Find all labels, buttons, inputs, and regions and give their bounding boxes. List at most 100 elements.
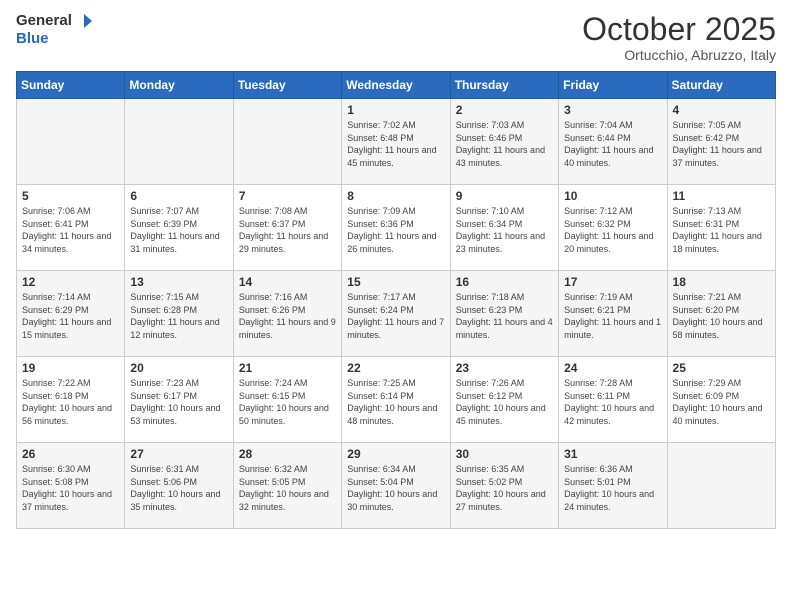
calendar-cell: [125, 99, 233, 185]
logo: General Blue: [16, 12, 92, 48]
day-number: 1: [347, 103, 444, 117]
calendar-cell: 25 Sunrise: 7:29 AMSunset: 6:09 PMDayligh…: [667, 357, 775, 443]
logo-arrow-icon: [74, 12, 92, 30]
day-number: 29: [347, 447, 444, 461]
calendar-week-row: 26 Sunrise: 6:30 AMSunset: 5:08 PMDayligh…: [17, 443, 776, 529]
day-number: 14: [239, 275, 336, 289]
calendar-cell: 29 Sunrise: 6:34 AMSunset: 5:04 PMDayligh…: [342, 443, 450, 529]
day-number: 6: [130, 189, 227, 203]
day-info: Sunrise: 7:09 AMSunset: 6:36 PMDaylight:…: [347, 205, 444, 255]
day-number: 17: [564, 275, 661, 289]
col-sunday: Sunday: [17, 72, 125, 99]
day-number: 19: [22, 361, 119, 375]
day-number: 9: [456, 189, 553, 203]
day-number: 11: [673, 189, 770, 203]
col-monday: Monday: [125, 72, 233, 99]
main-title: October 2025: [582, 12, 776, 47]
day-info: Sunrise: 7:21 AMSunset: 6:20 PMDaylight:…: [673, 291, 770, 341]
day-info: Sunrise: 7:14 AMSunset: 6:29 PMDaylight:…: [22, 291, 119, 341]
day-info: Sunrise: 6:35 AMSunset: 5:02 PMDaylight:…: [456, 463, 553, 513]
calendar-cell: 18 Sunrise: 7:21 AMSunset: 6:20 PMDayligh…: [667, 271, 775, 357]
calendar-cell: 11 Sunrise: 7:13 AMSunset: 6:31 PMDayligh…: [667, 185, 775, 271]
day-info: Sunrise: 7:17 AMSunset: 6:24 PMDaylight:…: [347, 291, 444, 341]
calendar-cell: 16 Sunrise: 7:18 AMSunset: 6:23 PMDayligh…: [450, 271, 558, 357]
calendar-cell: 30Sunrise: 6:35 AMSunset: 5:02 PMDayligh…: [450, 443, 558, 529]
day-number: 26: [22, 447, 119, 461]
calendar-cell: [233, 99, 341, 185]
calendar-cell: 22 Sunrise: 7:25 AMSunset: 6:14 PMDayligh…: [342, 357, 450, 443]
day-number: 18: [673, 275, 770, 289]
day-number: 7: [239, 189, 336, 203]
day-number: 12: [22, 275, 119, 289]
day-number: 20: [130, 361, 227, 375]
day-number: 23: [456, 361, 553, 375]
logo-text: General Blue: [16, 12, 92, 48]
day-number: 15: [347, 275, 444, 289]
day-number: 31: [564, 447, 661, 461]
calendar-cell: 26 Sunrise: 6:30 AMSunset: 5:08 PMDayligh…: [17, 443, 125, 529]
calendar-cell: 6 Sunrise: 7:07 AMSunset: 6:39 PMDaylight…: [125, 185, 233, 271]
day-info: Sunrise: 7:12 AMSunset: 6:32 PMDaylight:…: [564, 205, 661, 255]
calendar-cell: 17 Sunrise: 7:19 AMSunset: 6:21 PMDayligh…: [559, 271, 667, 357]
calendar-cell: 19Sunrise: 7:22 AMSunset: 6:18 PMDayligh…: [17, 357, 125, 443]
calendar-cell: 23 Sunrise: 7:26 AMSunset: 6:12 PMDayligh…: [450, 357, 558, 443]
day-number: 3: [564, 103, 661, 117]
col-tuesday: Tuesday: [233, 72, 341, 99]
calendar-cell: 8 Sunrise: 7:09 AMSunset: 6:36 PMDaylight…: [342, 185, 450, 271]
header-row: Sunday Monday Tuesday Wednesday Thursday…: [17, 72, 776, 99]
calendar-cell: 10 Sunrise: 7:12 AMSunset: 6:32 PMDayligh…: [559, 185, 667, 271]
calendar-cell: 3Sunrise: 7:04 AMSunset: 6:44 PMDaylight…: [559, 99, 667, 185]
day-info: Sunrise: 7:06 AMSunset: 6:41 PMDaylight:…: [22, 205, 119, 255]
calendar-cell: 4 Sunrise: 7:05 AMSunset: 6:42 PMDaylight…: [667, 99, 775, 185]
day-info: Sunrise: 7:29 AMSunset: 6:09 PMDaylight:…: [673, 377, 770, 427]
calendar-cell: 28 Sunrise: 6:32 AMSunset: 5:05 PMDayligh…: [233, 443, 341, 529]
day-number: 28: [239, 447, 336, 461]
calendar-week-row: 5Sunrise: 7:06 AMSunset: 6:41 PMDaylight…: [17, 185, 776, 271]
day-number: 25: [673, 361, 770, 375]
calendar-week-row: 19Sunrise: 7:22 AMSunset: 6:18 PMDayligh…: [17, 357, 776, 443]
day-info: Sunrise: 7:15 AMSunset: 6:28 PMDaylight:…: [130, 291, 227, 341]
day-number: 21: [239, 361, 336, 375]
day-info: Sunrise: 7:16 AMSunset: 6:26 PMDaylight:…: [239, 291, 336, 341]
day-info: Sunrise: 7:05 AMSunset: 6:42 PMDaylight:…: [673, 119, 770, 169]
col-wednesday: Wednesday: [342, 72, 450, 99]
day-info: Sunrise: 6:32 AMSunset: 5:05 PMDaylight:…: [239, 463, 336, 513]
title-block: October 2025 Ortucchio, Abruzzo, Italy: [582, 12, 776, 63]
day-info: Sunrise: 7:25 AMSunset: 6:14 PMDaylight:…: [347, 377, 444, 427]
calendar-cell: 1Sunrise: 7:02 AMSunset: 6:48 PMDaylight…: [342, 99, 450, 185]
page: General Blue October 2025 Ortucchio, Abr…: [0, 0, 792, 612]
calendar-cell: 27 Sunrise: 6:31 AMSunset: 5:06 PMDayligh…: [125, 443, 233, 529]
day-number: 2: [456, 103, 553, 117]
day-info: Sunrise: 7:10 AMSunset: 6:34 PMDaylight:…: [456, 205, 553, 255]
day-number: 10: [564, 189, 661, 203]
day-number: 4: [673, 103, 770, 117]
day-number: 27: [130, 447, 227, 461]
day-info: Sunrise: 7:26 AMSunset: 6:12 PMDaylight:…: [456, 377, 553, 427]
calendar-cell: 15 Sunrise: 7:17 AMSunset: 6:24 PMDayligh…: [342, 271, 450, 357]
calendar-cell: 13 Sunrise: 7:15 AMSunset: 6:28 PMDayligh…: [125, 271, 233, 357]
col-saturday: Saturday: [667, 72, 775, 99]
calendar-cell: 21 Sunrise: 7:24 AMSunset: 6:15 PMDayligh…: [233, 357, 341, 443]
day-info: Sunrise: 7:19 AMSunset: 6:21 PMDaylight:…: [564, 291, 661, 341]
calendar-cell: 31 Sunrise: 6:36 AMSunset: 5:01 PMDayligh…: [559, 443, 667, 529]
day-number: 8: [347, 189, 444, 203]
day-number: 16: [456, 275, 553, 289]
day-number: 22: [347, 361, 444, 375]
day-info: Sunrise: 7:13 AMSunset: 6:31 PMDaylight:…: [673, 205, 770, 255]
day-info: Sunrise: 6:30 AMSunset: 5:08 PMDaylight:…: [22, 463, 119, 513]
day-number: 13: [130, 275, 227, 289]
day-info: Sunrise: 7:07 AMSunset: 6:39 PMDaylight:…: [130, 205, 227, 255]
calendar-cell: 14 Sunrise: 7:16 AMSunset: 6:26 PMDayligh…: [233, 271, 341, 357]
calendar-week-row: 1Sunrise: 7:02 AMSunset: 6:48 PMDaylight…: [17, 99, 776, 185]
header: General Blue October 2025 Ortucchio, Abr…: [16, 12, 776, 63]
day-info: Sunrise: 6:36 AMSunset: 5:01 PMDaylight:…: [564, 463, 661, 513]
day-info: Sunrise: 6:34 AMSunset: 5:04 PMDaylight:…: [347, 463, 444, 513]
day-info: Sunrise: 6:31 AMSunset: 5:06 PMDaylight:…: [130, 463, 227, 513]
subtitle: Ortucchio, Abruzzo, Italy: [582, 47, 776, 63]
calendar-cell: 9 Sunrise: 7:10 AMSunset: 6:34 PMDaylight…: [450, 185, 558, 271]
calendar-cell: 12 Sunrise: 7:14 AMSunset: 6:29 PMDayligh…: [17, 271, 125, 357]
day-info: Sunrise: 7:18 AMSunset: 6:23 PMDaylight:…: [456, 291, 553, 341]
calendar-cell: 2Sunrise: 7:03 AMSunset: 6:46 PMDaylight…: [450, 99, 558, 185]
day-number: 24: [564, 361, 661, 375]
day-info: Sunrise: 7:24 AMSunset: 6:15 PMDaylight:…: [239, 377, 336, 427]
